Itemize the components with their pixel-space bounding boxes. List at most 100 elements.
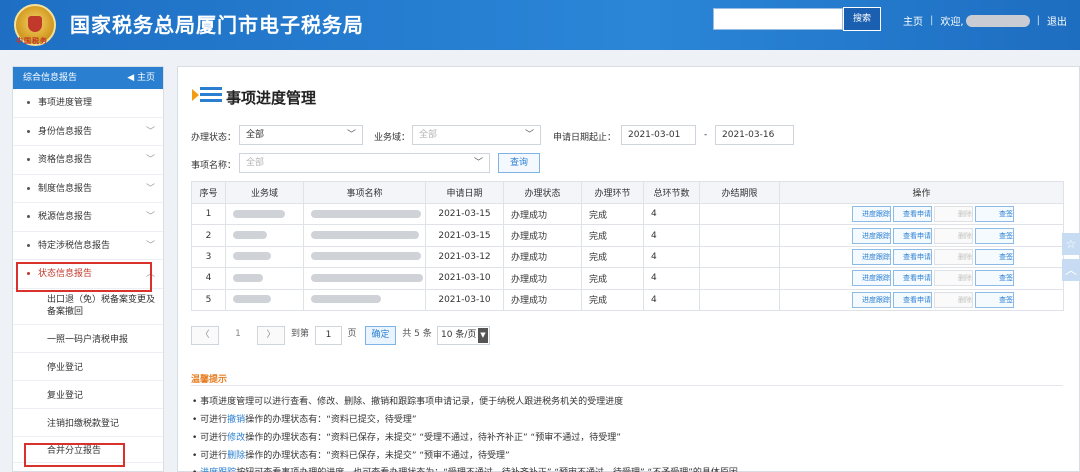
bullet-icon <box>27 129 30 133</box>
favorite-star-icon[interactable]: ☆ <box>1062 233 1080 255</box>
page-size-select[interactable]: 10 条/页 ▼ <box>437 326 490 345</box>
search-button[interactable]: 搜索 <box>843 7 881 31</box>
table-cell: 办理成功 <box>503 267 582 290</box>
delete-button: 删除 <box>934 270 973 287</box>
chevron-down-icon: ﹀ <box>346 130 356 140</box>
site-title: 国家税务总局厦门市电子税务局 <box>70 13 364 37</box>
table-cell: 1 <box>191 202 226 226</box>
col-header: 申请日期 <box>425 181 504 204</box>
list-icon <box>192 84 222 106</box>
sidebar-item-tax-source[interactable]: 税源信息报告 ﹀ <box>13 203 163 232</box>
home-link[interactable]: 主页 <box>903 13 923 28</box>
prev-page-button[interactable]: 〈 <box>191 326 219 345</box>
table-cell: 2021-03-10 <box>425 288 504 311</box>
table-row: 2 2021-03-15 办理成功 完成 4 进度跟踪 查看申请 删除 查签 <box>191 224 1064 247</box>
goto-page-input[interactable]: 1 <box>315 326 342 345</box>
sidebar-subitem-clear-tax[interactable]: 一照一码户清税申报 <box>13 325 163 353</box>
sidebar-item-system[interactable]: 制度信息报告 ﹀ <box>13 175 163 203</box>
redacted-text <box>311 252 421 261</box>
table-cell: 4 <box>643 267 700 290</box>
view-application-button[interactable]: 查看申请 <box>893 227 932 244</box>
current-page[interactable]: 1 <box>227 326 249 345</box>
sidebar-item-identity[interactable]: 身份信息报告 ﹀ <box>13 118 163 146</box>
sidebar-subitem-suspend[interactable]: 停业登记 <box>13 353 163 381</box>
check-sign-button[interactable]: 查签 <box>975 270 1014 287</box>
date-end-input[interactable]: 2021-03-16 <box>715 125 794 145</box>
redacted-text <box>311 209 421 218</box>
main-panel: 事项进度管理 办理状态： 全部 ﹀ 业务域： 全部 ﹀ 申请日期起止： 2021-0… <box>177 66 1080 472</box>
table-cell: 2021-03-10 <box>425 267 504 290</box>
progress-track-button[interactable]: 进度跟踪 <box>852 206 891 223</box>
table-cell: 4 <box>191 267 226 290</box>
table-cell <box>303 267 426 290</box>
sidebar-subitem-resume[interactable]: 复业登记 <box>13 381 163 409</box>
table-cell <box>303 202 426 226</box>
sidebar-header-label: 综合信息报告 <box>23 73 78 83</box>
next-page-button[interactable]: 〉 <box>257 326 285 345</box>
check-sign-button[interactable]: 查签 <box>975 248 1014 265</box>
view-application-button[interactable]: 查看申请 <box>893 291 932 308</box>
goto-confirm-button[interactable]: 确定 <box>365 326 396 345</box>
view-application-button[interactable]: 查看申请 <box>893 270 932 287</box>
domain-select[interactable]: 全部 ﹀ <box>412 125 541 145</box>
table-cell: 完成 <box>581 267 644 290</box>
item-name-select[interactable]: 全部 ﹀ <box>239 153 490 173</box>
top-header: 中国税务 国家税务总局厦门市电子税务局 搜索 主页 | 欢迎, | 退出 <box>0 0 1080 50</box>
check-sign-button[interactable]: 查签 <box>975 206 1014 223</box>
table-cell: 2021-03-15 <box>425 202 504 226</box>
tip-line: • 可进行修改操作的办理状态有：“资料已保存，未提交” “受理不通过，待补齐补正… <box>192 433 621 443</box>
table-cell <box>303 288 426 311</box>
sidebar-home-link[interactable]: ◀ 主页 <box>127 67 155 89</box>
delete-button: 删除 <box>934 227 973 244</box>
redacted-text <box>233 231 267 240</box>
table-row: 1 2021-03-15 办理成功 完成 4 进度跟踪 查看申请 删除 查签 <box>191 202 1064 226</box>
redacted-text <box>311 273 423 282</box>
tip-highlight: 进度跟踪 <box>200 468 236 472</box>
logout-link[interactable]: 退出 <box>1047 13 1067 28</box>
tip-highlight: 撤销 <box>227 415 246 425</box>
col-header: 办理状态 <box>503 181 582 204</box>
sidebar-subitem-export-refund[interactable]: 出口退（免）税备案变更及备案撤回 <box>13 289 163 325</box>
table-row: 5 2021-03-10 办理成功 完成 4 进度跟踪 查看申请 删除 查签 <box>191 288 1064 311</box>
welcome-text: 欢迎, <box>940 17 964 28</box>
table-cell <box>225 224 304 247</box>
item-name-label: 事项名称： <box>191 161 237 171</box>
table-cell: 4 <box>643 245 700 269</box>
view-application-button[interactable]: 查看申请 <box>893 248 932 265</box>
table-cell <box>699 245 780 269</box>
table-cell: 4 <box>643 224 700 247</box>
tip-line: • 事项进度管理可以进行查看、修改、删除、撤销和跟踪事项申请记录，便于纳税人跟进… <box>192 397 624 407</box>
table-cell <box>699 224 780 247</box>
progress-track-button[interactable]: 进度跟踪 <box>852 270 891 287</box>
delete-button: 删除 <box>934 291 973 308</box>
progress-table: 序号 业务域 事项名称 申请日期 办理状态 办理环节 总环节数 办结期限 操作 … <box>191 181 1064 311</box>
delete-button: 删除 <box>934 248 973 265</box>
table-cell <box>225 202 304 226</box>
check-sign-button[interactable]: 查签 <box>975 291 1014 308</box>
bullet-icon <box>27 215 30 218</box>
table-cell <box>699 288 780 311</box>
chevron-down-icon: ﹀ <box>524 130 534 140</box>
table-cell: 完成 <box>581 245 644 269</box>
progress-track-button[interactable]: 进度跟踪 <box>852 248 891 265</box>
check-sign-button[interactable]: 查签 <box>975 227 1014 244</box>
date-start-input[interactable]: 2021-03-01 <box>621 125 696 145</box>
top-links: 主页 | 欢迎, | 退出 <box>903 13 1067 28</box>
redacted-text <box>311 231 419 240</box>
sidebar-subitem-cancel-withholding[interactable]: 注销扣缴税款登记 <box>13 409 163 437</box>
table-cell: 完成 <box>581 224 644 247</box>
table-cell: 办理成功 <box>503 224 582 247</box>
sidebar-item-specific[interactable]: 特定涉税信息报告 ﹀ <box>13 232 163 260</box>
col-header: 操作 <box>779 181 1064 204</box>
sidebar-item-qualification[interactable]: 资格信息报告 ﹀ <box>13 146 163 175</box>
progress-track-button[interactable]: 进度跟踪 <box>852 291 891 308</box>
progress-track-button[interactable]: 进度跟踪 <box>852 227 891 244</box>
sidebar-item-progress[interactable]: 事项进度管理 <box>13 89 163 118</box>
view-application-button[interactable]: 查看申请 <box>893 206 932 223</box>
search-input[interactable] <box>713 8 843 30</box>
table-cell <box>225 267 304 290</box>
col-header: 办结期限 <box>699 181 780 204</box>
back-to-top-icon[interactable]: ︿ <box>1062 259 1080 281</box>
status-select[interactable]: 全部 ﹀ <box>239 125 363 145</box>
query-button[interactable]: 查询 <box>498 153 540 173</box>
